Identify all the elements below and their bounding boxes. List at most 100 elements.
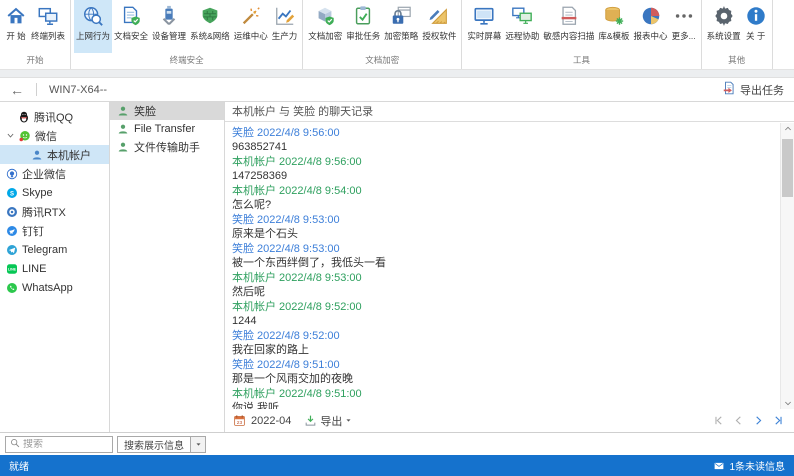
tab-separator [36,83,37,96]
ribbon-item-settings-gear[interactable]: 系统设置 [705,0,743,53]
ribbon-item-approval-tasks[interactable]: 审批任务 [344,0,382,53]
ribbon-item-more-dots[interactable]: 更多... [670,0,698,53]
sidebar-item-dingtalk[interactable]: 钉钉 [0,221,109,240]
remote-assist-icon [511,5,533,27]
chat-message: 笑脸 2022/4/8 9:53:00被一个东西绊倒了，我低头一看 [232,242,772,270]
sidebar-item-wechat-work[interactable]: 企业微信 [0,164,109,183]
export-chat-button[interactable]: 导出 [304,413,352,429]
message-sender-time: 本机帐户 2022/4/8 9:56:00 [232,155,772,169]
ribbon-group-label: 开始 [3,53,67,69]
ribbon-item-label: 更多... [672,30,696,42]
message-text: 被一个东西绊倒了，我低头一看 [232,256,772,270]
tab-terminal[interactable]: WIN7-X64-- [49,84,107,96]
next-page-button[interactable] [753,415,764,426]
ribbon-item-web-behavior[interactable]: 上网行为 [74,0,112,53]
ribbon-item-encrypt-policy[interactable]: 加密策略 [382,0,420,53]
ribbon-item-licensed-software[interactable]: 授权软件 [420,0,458,53]
search-row: 搜索展示信息 [0,432,794,455]
ribbon-item-productivity[interactable]: 生产力 [270,0,300,53]
ribbon-group: 系统设置关 于其他 [702,0,773,69]
contact-name: File Transfer [134,123,195,135]
svg-text:23: 23 [237,420,243,426]
ribbon-group: 开 始终端列表开始 [0,0,71,69]
export-task-button[interactable]: 导出任务 [722,81,784,98]
ribbon-item-label: 远程协助 [505,30,539,42]
sidebar-item-qq[interactable]: 腾讯QQ [0,107,109,126]
ribbon-item-content-scan[interactable]: 敏感内容扫描 [541,0,596,53]
sidebar-item-account-person[interactable]: 本机帐户 [0,145,109,164]
ribbon-item-terminal-list[interactable]: 终端列表 [29,0,67,53]
status-text: 就绪 [9,458,29,473]
ribbon-item-label: 运维中心 [234,30,268,42]
prev-page-button[interactable] [733,415,744,426]
whatsapp-icon [6,282,18,294]
sidebar-item-wechat[interactable]: 微信 [0,126,109,145]
envelope-icon [713,461,725,471]
combo-dropdown-button[interactable] [191,436,206,453]
message-text: 我在回家的路上 [232,343,772,357]
sidebar-item-line[interactable]: LINELINE [0,259,109,278]
export-chat-label: 导出 [320,413,342,429]
ribbon-item-doc-security[interactable]: 文档安全 [112,0,150,53]
sidebar-item-skype[interactable]: SSkype [0,183,109,202]
chevron-expanded-icon[interactable] [6,131,15,140]
chat-message: 本机帐户 2022/4/8 9:56:00147258369 [232,155,772,183]
message-text: 1244 [232,314,772,328]
ribbon-item-ops-center[interactable]: 运维中心 [232,0,270,53]
ribbon-item-report-center[interactable]: 报表中心 [632,0,670,53]
month-picker[interactable]: 2022-04 [251,415,291,427]
ribbon-item-system-network[interactable]: 系统&网络 [188,0,232,53]
sidebar-item-whatsapp[interactable]: WhatsApp [0,278,109,297]
library-templates-icon [603,5,625,27]
ribbon-item-library-templates[interactable]: 库&模板 [596,0,631,53]
ribbon-item-doc-encrypt[interactable]: 文档加密 [306,0,344,53]
sidebar-item-label: 微信 [35,128,57,144]
sidebar-item-label: LINE [22,263,46,275]
ribbon-item-label: 终端列表 [31,30,65,42]
ribbon-item-label: 系统设置 [707,30,741,42]
last-page-button[interactable] [773,415,784,426]
message-sender-time: 本机帐户 2022/4/8 9:51:00 [232,387,772,401]
sidebar-item-telegram[interactable]: Telegram [0,240,109,259]
chat-scrollbar[interactable] [780,123,794,409]
ribbon-item-label: 设备管理 [152,30,186,42]
ribbon-item-live-screen[interactable]: 实时屏幕 [465,0,503,53]
wechat-icon [19,130,31,142]
status-bar: 就绪 1条未读信息 [0,455,794,476]
calendar-icon[interactable]: 23 [233,414,246,427]
chat-header-title: 本机帐户 与 笑脸 的聊天记录 [225,102,794,122]
scrollbar-down-icon[interactable] [781,397,794,409]
message-sender-time: 笑脸 2022/4/8 9:56:00 [232,126,772,140]
contact-row[interactable]: 笑脸 [110,102,224,120]
scrollbar-up-icon[interactable] [781,123,794,135]
search-input[interactable] [23,439,108,450]
scrollbar-thumb[interactable] [782,139,793,197]
sidebar-item-rtx[interactable]: 腾讯RTX [0,202,109,221]
sidebar-item-label: 腾讯QQ [34,109,73,125]
ribbon-item-home[interactable]: 开 始 [3,0,29,53]
system-network-icon [199,5,221,27]
contact-row[interactable]: File Transfer [110,120,224,138]
sidebar-item-label: WhatsApp [22,282,73,294]
download-icon [304,414,317,427]
first-page-button[interactable] [713,415,724,426]
chat-message: 笑脸 2022/4/8 9:52:00我在回家的路上 [232,329,772,357]
chat-app-tree: 腾讯QQ 微信本机帐户企业微信SSkype腾讯RTX钉钉 Telegram LINEL… [0,102,110,432]
message-sender-time: 笑脸 2022/4/8 9:53:00 [232,242,772,256]
search-display-combo[interactable]: 搜索展示信息 [117,436,206,453]
contact-row[interactable]: 文件传输助手 [110,138,224,156]
ribbon-item-remote-assist[interactable]: 远程协助 [503,0,541,53]
ribbon-group: 实时屏幕远程协助敏感内容扫描库&模板报表中心更多...工具 [462,0,701,69]
rtx-icon [6,206,18,218]
unread-messages-indicator[interactable]: 1条未读信息 [713,458,785,473]
ribbon-item-about-info[interactable]: 关 于 [743,0,769,53]
message-text: 147258369 [232,169,772,183]
ribbon-item-label: 实时屏幕 [467,30,501,42]
ribbon-item-device-management[interactable]: 设备管理 [150,0,188,53]
ribbon-bottom-strip [0,70,794,78]
person-green-icon [117,105,129,117]
back-arrow-icon[interactable]: ← [10,83,24,97]
sidebar-item-label: Telegram [22,244,67,256]
ribbon-toolbar: 开 始终端列表开始上网行为文档安全设备管理系统&网络运维中心生产力终端安全文档加… [0,0,794,70]
encrypt-policy-icon [390,5,412,27]
